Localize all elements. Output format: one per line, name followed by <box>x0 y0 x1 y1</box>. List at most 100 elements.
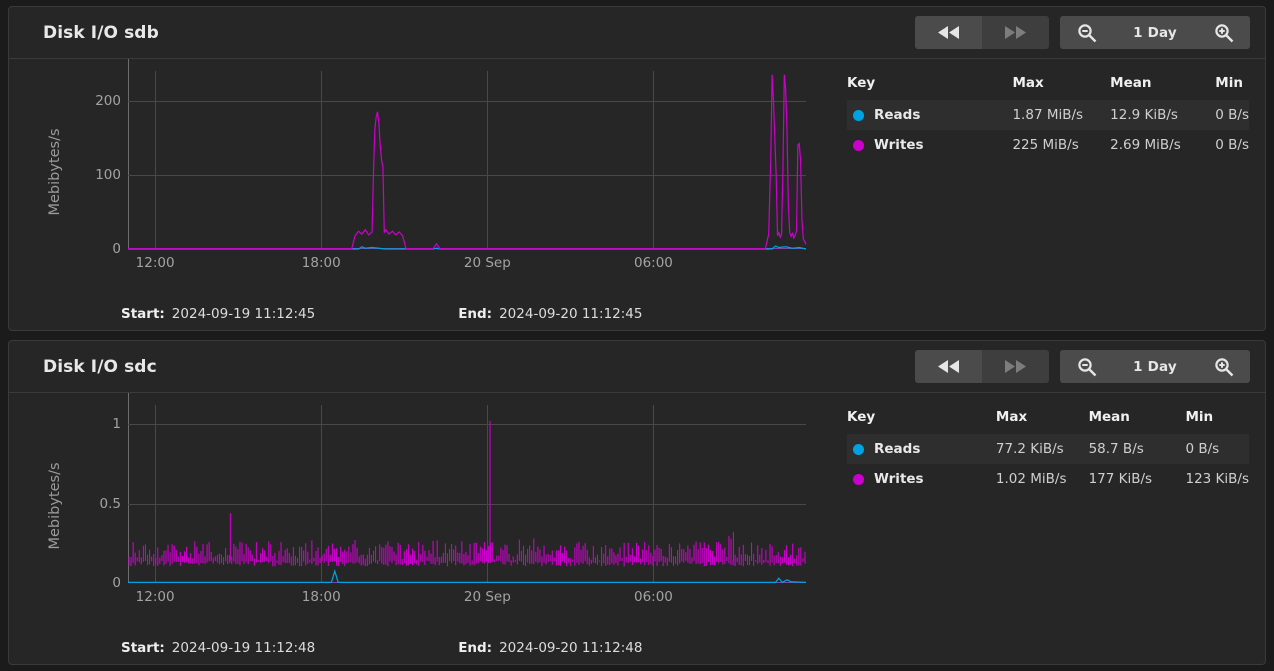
series-line-reads <box>128 568 807 584</box>
series-line-writes <box>128 420 806 567</box>
series-name: Reads <box>874 107 921 123</box>
fast-forward-icon <box>1004 360 1026 373</box>
x-axis-tick-label: 12:00 <box>135 255 175 271</box>
time-range-footer: Start: 2024-09-19 11:12:45 End: 2024-09-… <box>9 306 837 322</box>
time-range-footer: Start: 2024-09-19 11:12:48 End: 2024-09-… <box>9 640 837 656</box>
legend-row[interactable]: Reads 1.87 MiB/s 12.9 KiB/s 0 B/s <box>847 100 1249 130</box>
y-axis-label: Mebibytes/s <box>47 127 63 216</box>
panel-disk-io-sdb: Disk I/O sdb 1 Day Mebibytes/s 0 100 200… <box>8 6 1266 331</box>
legend-key-cell: Writes <box>847 464 996 494</box>
series-min: 123 KiB/s <box>1185 471 1249 487</box>
fast-forward-button[interactable] <box>982 350 1049 383</box>
range-end: End: 2024-09-20 11:12:45 <box>458 306 642 322</box>
x-axis-tick-label: 06:00 <box>633 255 673 271</box>
plot-area[interactable]: 0 100 200 12:00 18:00 20 Sep 06:00 <box>95 59 807 271</box>
zoom-in-button[interactable] <box>1197 350 1250 383</box>
rewind-button[interactable] <box>915 16 982 49</box>
series-line-writes <box>128 74 807 250</box>
range-start: Start: 2024-09-19 11:12:45 <box>121 306 315 322</box>
chart-toolbar: 1 Day <box>915 350 1250 383</box>
zoom-in-button[interactable] <box>1197 16 1250 49</box>
range-end-value: 2024-09-20 11:12:45 <box>499 306 643 322</box>
page-title: Disk I/O sdb <box>43 22 159 43</box>
legend-column: Key Max Mean Min Reads 1.87 MiB/s 12.9 KiB/s 0 … <box>837 59 1265 330</box>
fast-forward-icon <box>1004 26 1026 39</box>
series-mean: 177 KiB/s <box>1088 471 1153 487</box>
series-min: 0 B/s <box>1215 137 1249 153</box>
zoom-out-button[interactable] <box>1060 16 1113 49</box>
panel-body: Mebibytes/s 0 0.5 1 12:00 18:00 20 Sep 06:00 S… <box>9 393 1265 664</box>
x-axis-tick-label: 12:00 <box>135 589 175 605</box>
legend-key-cell: Reads <box>847 434 996 464</box>
legend-header-mean: Mean <box>1110 75 1152 91</box>
legend-column: Key Max Mean Min Reads 77.2 KiB/s 58.7 B/s 0 B/… <box>837 393 1265 664</box>
zoom-in-icon <box>1214 23 1233 42</box>
legend-header-key: Key <box>847 75 876 91</box>
legend-table: Key Max Mean Min Reads 1.87 MiB/s 12.9 KiB/s 0 … <box>847 75 1249 160</box>
series-max: 1.02 MiB/s <box>995 471 1067 487</box>
page-title: Disk I/O sdc <box>43 356 157 377</box>
chart-column: Mebibytes/s 0 0.5 1 12:00 18:00 20 Sep 06:00 S… <box>9 393 837 664</box>
zoom-button-group: 1 Day <box>1060 16 1250 49</box>
zoom-out-icon <box>1077 23 1096 42</box>
x-axis-tick-label: 06:00 <box>633 589 673 605</box>
zoom-range-label: 1 Day <box>1113 16 1197 49</box>
rewind-icon <box>937 26 959 39</box>
y-axis-tick-label: 0.5 <box>99 495 121 512</box>
series-mean: 12.9 KiB/s <box>1110 100 1216 130</box>
range-start-label: Start: <box>121 640 165 656</box>
nav-button-group <box>915 350 1049 383</box>
chart-disk-io-sdc[interactable]: Mebibytes/s 0 0.5 1 12:00 18:00 20 Sep 06:00 <box>9 393 837 618</box>
chart-disk-io-sdb[interactable]: Mebibytes/s 0 100 200 12:00 18:00 20 Sep 06:00 <box>9 59 837 284</box>
zoom-out-icon <box>1077 357 1096 376</box>
zoom-in-icon <box>1214 357 1233 376</box>
legend-header-max: Max <box>1012 75 1044 91</box>
legend-header-row: Key Max Mean Min <box>847 409 1249 434</box>
series-mean: 58.7 B/s <box>1088 434 1186 464</box>
y-axis-tick-label: 0 <box>112 575 121 591</box>
y-axis-tick-label: 1 <box>112 416 121 433</box>
series-layer <box>128 420 807 584</box>
fast-forward-button[interactable] <box>982 16 1049 49</box>
legend-header-mean: Mean <box>1088 409 1130 425</box>
panel-header: Disk I/O sdc 1 Day <box>9 341 1265 393</box>
range-start-value: 2024-09-19 11:12:45 <box>171 306 316 322</box>
series-min: 0 B/s <box>1215 100 1249 130</box>
plot-area[interactable]: 0 0.5 1 12:00 18:00 20 Sep 06:00 <box>100 393 807 605</box>
legend-row[interactable]: Writes 1.02 MiB/s 177 KiB/s 123 KiB/s <box>847 464 1249 494</box>
series-color-swatch <box>853 443 864 455</box>
series-name: Reads <box>874 441 921 457</box>
legend-header-min: Min <box>1185 409 1214 425</box>
series-max: 77.2 KiB/s <box>995 434 1089 464</box>
panel-disk-io-sdc: Disk I/O sdc 1 Day Mebibytes/s 0 0.5 1 1… <box>8 340 1266 665</box>
range-end-value: 2024-09-20 11:12:48 <box>499 640 643 656</box>
series-max: 1.87 MiB/s <box>1012 100 1111 130</box>
panel-body: Mebibytes/s 0 100 200 12:00 18:00 20 Sep 06:00… <box>9 59 1265 330</box>
series-mean: 2.69 MiB/s <box>1110 137 1181 153</box>
x-axis-tick-label: 20 Sep <box>463 255 511 271</box>
series-color-swatch <box>853 139 864 151</box>
series-color-swatch <box>853 473 864 485</box>
range-start-label: Start: <box>121 306 165 322</box>
zoom-out-button[interactable] <box>1060 350 1113 383</box>
legend-row[interactable]: Writes 225 MiB/s 2.69 MiB/s 0 B/s <box>847 130 1249 160</box>
series-color-swatch <box>853 109 864 121</box>
range-start-value: 2024-09-19 11:12:48 <box>171 640 316 656</box>
x-axis-tick-label: 18:00 <box>301 255 341 271</box>
series-max: 225 MiB/s <box>1012 137 1079 153</box>
x-axis-tick-label: 18:00 <box>301 589 341 605</box>
zoom-button-group: 1 Day <box>1060 350 1250 383</box>
legend-table: Key Max Mean Min Reads 77.2 KiB/s 58.7 B/s 0 B/… <box>847 409 1249 494</box>
legend-row[interactable]: Reads 77.2 KiB/s 58.7 B/s 0 B/s <box>847 434 1249 464</box>
series-name: Writes <box>874 137 924 153</box>
legend-header-min: Min <box>1215 75 1243 91</box>
range-end: End: 2024-09-20 11:12:48 <box>458 640 642 656</box>
range-end-label: End: <box>458 640 493 656</box>
nav-button-group <box>915 16 1049 49</box>
y-axis-tick-label: 100 <box>95 166 121 183</box>
legend-key-cell: Reads <box>847 100 1013 130</box>
dashboard-page: Disk I/O sdb 1 Day Mebibytes/s 0 100 200… <box>0 0 1274 671</box>
zoom-range-label: 1 Day <box>1113 350 1197 383</box>
series-layer <box>128 74 807 250</box>
rewind-button[interactable] <box>915 350 982 383</box>
